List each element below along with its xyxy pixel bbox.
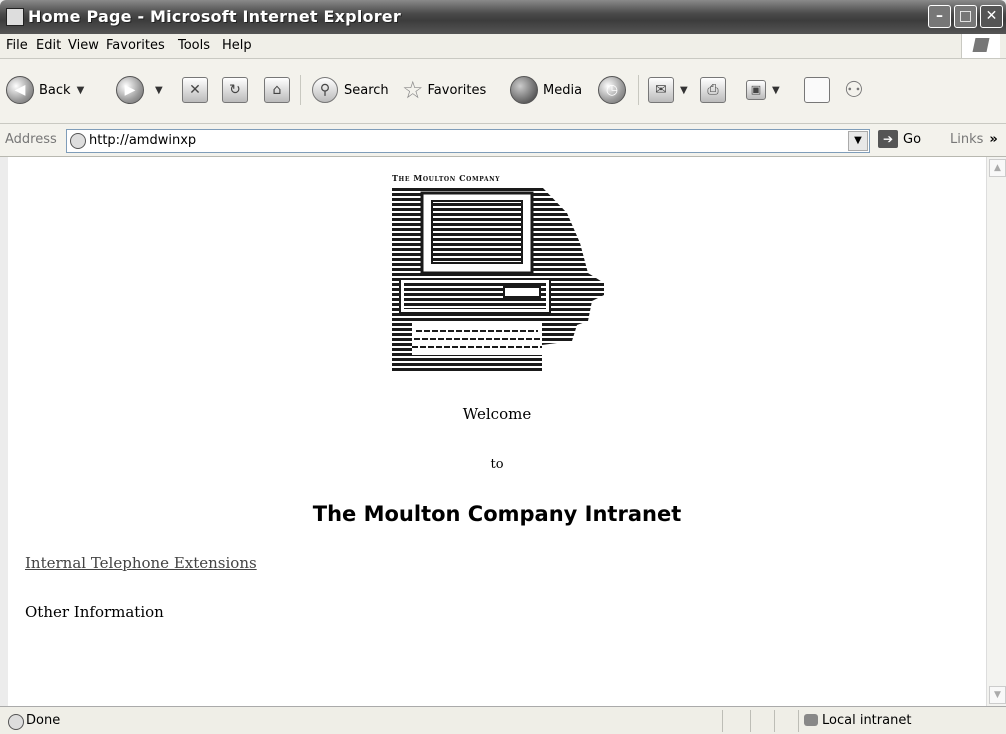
page-content: The Moulton Company Welcome to The Moult… — [8, 157, 986, 706]
other-information-text: Other Information — [25, 603, 164, 621]
status-text: Done — [26, 713, 61, 728]
forward-dropdown-icon[interactable]: ▼ — [155, 85, 163, 96]
media-button[interactable]: Media — [510, 73, 582, 107]
home-icon: ⌂ — [264, 77, 290, 103]
go-button[interactable]: ➔ Go — [878, 130, 921, 148]
back-dropdown-icon[interactable]: ▼ — [77, 85, 85, 96]
maximize-button[interactable]: □ — [954, 5, 977, 28]
ie-page-icon — [70, 133, 86, 149]
menu-tools[interactable]: Tools — [178, 38, 210, 53]
address-label: Address — [5, 132, 57, 147]
back-icon: ◀ — [6, 76, 34, 104]
ie-page-status-icon — [8, 714, 24, 730]
head-computer-logo-icon — [392, 187, 604, 373]
media-icon — [510, 76, 538, 104]
status-bar: Done Local intranet — [0, 706, 1006, 734]
forward-icon: ▶ — [116, 76, 144, 104]
mail-icon: ✉ — [648, 77, 674, 103]
messenger-button[interactable]: ⚇ — [844, 73, 864, 107]
scroll-up-icon[interactable]: ▲ — [989, 159, 1006, 177]
history-icon: ◷ — [598, 76, 626, 104]
refresh-icon: ↻ — [222, 77, 248, 103]
menu-edit[interactable]: Edit — [36, 38, 61, 53]
messenger-icon: ⚇ — [844, 77, 864, 103]
standard-toolbar: ◀ Back ▼ ▶ ▼ ✕ ↻ ⌂ ⚲ Search ☆ Favorites … — [0, 59, 1006, 124]
history-button[interactable]: ◷ — [598, 73, 631, 107]
links-label: Links — [950, 132, 984, 147]
favorites-button[interactable]: ☆ Favorites — [402, 73, 486, 107]
menu-favorites[interactable]: Favorites — [106, 38, 165, 53]
print-button[interactable]: ⎙ — [700, 73, 726, 107]
address-url: http://amdwinxp — [89, 133, 197, 148]
stop-icon: ✕ — [182, 77, 208, 103]
refresh-button[interactable]: ↻ — [222, 73, 248, 107]
moulton-company-logo: The Moulton Company — [392, 173, 612, 373]
search-label: Search — [344, 82, 389, 98]
menu-help[interactable]: Help — [222, 38, 252, 53]
print-icon: ⎙ — [700, 77, 726, 103]
discuss-icon — [804, 77, 830, 103]
scroll-down-icon[interactable]: ▼ — [989, 686, 1006, 704]
links-button[interactable]: Links » — [950, 132, 998, 147]
security-zone: Local intranet — [822, 713, 912, 728]
forward-button[interactable]: ▶ ▼ — [116, 73, 163, 107]
status-divider — [750, 710, 751, 732]
media-label: Media — [543, 82, 583, 98]
go-label: Go — [903, 131, 922, 147]
vertical-scrollbar[interactable]: ▲ ▼ — [986, 157, 1006, 706]
windows-flag-icon — [961, 34, 1000, 58]
go-icon: ➔ — [878, 130, 898, 148]
status-divider — [722, 710, 723, 732]
home-button[interactable]: ⌂ — [264, 73, 290, 107]
menu-view[interactable]: View — [68, 38, 99, 53]
address-input[interactable]: http://amdwinxp ▼ — [66, 129, 870, 153]
mail-button[interactable]: ✉ ▼ — [648, 73, 688, 107]
status-divider — [798, 710, 799, 732]
toolbar-separator — [300, 75, 301, 105]
search-button[interactable]: ⚲ Search — [312, 73, 389, 107]
mail-dropdown-icon[interactable]: ▼ — [680, 85, 688, 96]
links-chevron-icon: » — [989, 132, 998, 147]
back-label: Back — [39, 82, 71, 98]
welcome-text: Welcome — [462, 405, 532, 423]
minimize-button[interactable]: – — [928, 5, 951, 28]
page-title: The Moulton Company Intranet — [312, 502, 682, 526]
edit-icon: ▣ — [746, 80, 766, 100]
telephone-extensions-link[interactable]: Internal Telephone Extensions — [25, 554, 257, 572]
menu-bar: File Edit View Favorites Tools Help — [0, 34, 1006, 59]
address-bar: Address http://amdwinxp ▼ ➔ Go Links » — [0, 124, 1006, 157]
to-text: to — [490, 457, 504, 472]
search-icon: ⚲ — [312, 77, 338, 103]
close-button[interactable]: ✕ — [980, 5, 1003, 28]
toolbar-separator — [638, 75, 639, 105]
local-intranet-icon — [804, 714, 818, 726]
favorites-label: Favorites — [427, 82, 487, 98]
back-button[interactable]: ◀ Back ▼ — [6, 73, 84, 107]
edit-button[interactable]: ▣ ▼ — [746, 73, 780, 107]
browser-window: Home Page - Microsoft Internet Explorer … — [0, 0, 1006, 734]
status-divider — [774, 710, 775, 732]
window-title: Home Page - Microsoft Internet Explorer — [28, 7, 401, 26]
ie-app-icon — [6, 8, 24, 26]
stop-button[interactable]: ✕ — [182, 73, 208, 107]
title-bar[interactable]: Home Page - Microsoft Internet Explorer … — [0, 0, 1006, 34]
favorites-icon: ☆ — [402, 76, 424, 104]
menu-file[interactable]: File — [6, 38, 28, 53]
edit-dropdown-icon[interactable]: ▼ — [772, 85, 780, 96]
discuss-button[interactable] — [804, 73, 830, 107]
address-dropdown-icon[interactable]: ▼ — [848, 131, 868, 151]
